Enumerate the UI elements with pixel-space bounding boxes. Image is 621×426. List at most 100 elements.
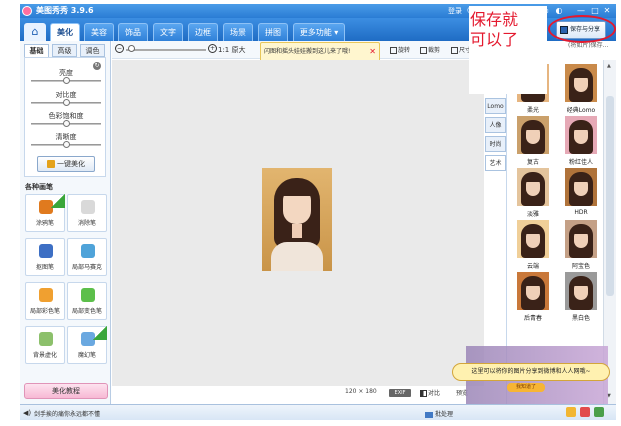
compare-button[interactable]: 对比	[420, 388, 440, 397]
zoom-out-icon[interactable]: −	[115, 44, 124, 53]
saturation-slider-thumb[interactable]	[62, 120, 70, 127]
online-status-icon[interactable]	[594, 407, 605, 417]
tab-more-features[interactable]: 更多功能 ▾	[293, 23, 345, 41]
tab-accessories[interactable]: 饰品	[118, 23, 148, 41]
scroll-up-icon[interactable]: ▲	[607, 63, 611, 69]
rotate-button[interactable]: 旋转	[390, 45, 410, 54]
exif-button[interactable]: EXIF	[389, 389, 411, 397]
effect-item[interactable]: 云端	[513, 220, 553, 270]
batch-process-button[interactable]: 批处理	[425, 409, 453, 418]
tab-scene[interactable]: 场景	[223, 23, 253, 41]
tab-lomo[interactable]: Lomo	[485, 98, 506, 114]
magic-pen-tool[interactable]: 魔幻笔	[67, 326, 107, 364]
annotation-text: 保存就 可以了	[470, 10, 550, 50]
compare-icon	[420, 390, 427, 397]
effect-item[interactable]: 粉红佳人	[561, 116, 601, 166]
subtab-advanced[interactable]: 高级	[52, 44, 77, 57]
batch-icon	[425, 411, 433, 418]
tab-frame[interactable]: 边框	[188, 23, 218, 41]
recolor-bucket-icon	[81, 288, 95, 302]
subtab-color[interactable]: 调色	[80, 44, 105, 57]
tip-close-icon[interactable]: ✕	[369, 43, 376, 61]
eraser-pen-tool[interactable]: 消除笔	[67, 194, 107, 232]
mosaic-tool[interactable]: 局部马赛克	[67, 238, 107, 276]
effect-name: 复古	[526, 159, 539, 166]
mosaic-label: 局部马赛克	[71, 264, 102, 271]
resize-button[interactable]: 尺寸	[451, 45, 471, 54]
brightness-slider-thumb[interactable]	[62, 77, 70, 84]
one-key-beautify-button[interactable]: 一键美化	[37, 156, 95, 172]
rotate-icon	[390, 47, 397, 54]
tab-portrait[interactable]: 人像	[485, 117, 506, 133]
weibo-icon[interactable]	[566, 407, 576, 417]
doodle-pen-tool[interactable]: 涂鸦笔	[25, 194, 65, 232]
status-bar: ◀) 剑手挨的痛你永远都不懂 批处理	[20, 404, 616, 420]
effect-item[interactable]: 阿宝色	[561, 220, 601, 270]
saturation-slider[interactable]	[31, 120, 101, 127]
effect-thumbnail	[565, 220, 597, 258]
tab-collage[interactable]: 拼图	[258, 23, 288, 41]
original-size-button[interactable]: 1:1 原大	[218, 45, 246, 55]
zoom-slider[interactable]	[126, 45, 206, 52]
effect-thumbnail	[517, 272, 549, 310]
tab-art[interactable]: 艺术	[485, 155, 506, 171]
effect-name: 黑白色	[571, 315, 590, 322]
effect-item[interactable]: HDR	[561, 168, 601, 218]
maximize-icon[interactable]: □	[590, 6, 600, 16]
effect-item[interactable]: 复古	[513, 116, 553, 166]
brushes-title: 各种画笔	[25, 183, 53, 191]
tab-fashion[interactable]: 时尚	[485, 136, 506, 152]
effect-thumbnail	[565, 272, 597, 310]
brightness-slider[interactable]	[31, 77, 101, 84]
notification-icon[interactable]	[580, 407, 591, 417]
effect-item[interactable]: 淡雅	[513, 168, 553, 218]
cutout-pen-tool[interactable]: 抠图笔	[25, 238, 65, 276]
tab-beauty[interactable]: 美容	[84, 23, 114, 41]
background-blur-tool[interactable]: 背景虚化	[25, 326, 65, 364]
login-link[interactable]: 登录	[448, 5, 462, 17]
contrast-slider[interactable]	[31, 99, 101, 106]
image-canvas[interactable]	[112, 60, 484, 386]
beautify-tutorial-button[interactable]: 美化教程	[24, 383, 108, 399]
zoom-in-icon[interactable]: +	[208, 44, 217, 53]
effect-item[interactable]: 后青春	[513, 272, 553, 322]
mosaic-icon	[81, 244, 95, 258]
effect-name: 淡雅	[526, 211, 539, 218]
subtab-basic[interactable]: 基础	[24, 44, 49, 57]
zoom-slider-thumb[interactable]	[128, 45, 135, 52]
effect-item[interactable]: 黑白色	[561, 272, 601, 322]
promo-ok-button[interactable]: 我知道了	[507, 383, 545, 392]
sharpness-slider-thumb[interactable]	[62, 141, 70, 148]
speaker-icon[interactable]: ◀)	[23, 409, 31, 417]
effect-name: HDR	[574, 209, 588, 216]
tab-beautify[interactable]: 美化	[50, 23, 80, 41]
effect-item[interactable]: 经典Lomo	[561, 64, 601, 114]
new-badge	[93, 326, 107, 340]
magic-pen-label: 魔幻笔	[77, 352, 96, 359]
contrast-slider-thumb[interactable]	[62, 99, 70, 106]
app-logo-icon	[22, 6, 32, 16]
new-badge	[51, 194, 65, 208]
tab-text[interactable]: 文字	[153, 23, 183, 41]
effect-name: 柔光	[526, 107, 539, 114]
home-icon[interactable]: ⌂	[24, 23, 46, 41]
local-recolor-pen-label: 局部变色笔	[71, 308, 102, 315]
local-recolor-pen-tool[interactable]: 局部变色笔	[67, 282, 107, 320]
app-title: 美图秀秀 3.9.6	[36, 6, 94, 15]
crop-button[interactable]: 裁剪	[420, 45, 440, 54]
tip-text: 闪图和摇头娃娃搬到这儿来了哦!	[264, 48, 351, 55]
effect-thumbnail	[565, 168, 597, 206]
effect-name: 经典Lomo	[566, 107, 596, 114]
effect-thumbnail	[517, 220, 549, 258]
canvas-toolbar: − + 1:1 原大 闪图和摇头娃娃搬到这儿来了哦! ✕ 旋转 裁剪 尺寸	[112, 41, 484, 62]
rotate-label: 旋转	[398, 47, 411, 54]
portrait-photo[interactable]	[262, 168, 332, 271]
sharpness-slider[interactable]	[31, 141, 101, 148]
close-icon[interactable]: ✕	[602, 6, 612, 16]
cutout-pen-icon	[39, 244, 53, 258]
local-color-pen-tool[interactable]: 局部彩色笔	[25, 282, 65, 320]
scroll-thumb[interactable]	[606, 96, 614, 296]
resize-icon	[451, 47, 458, 54]
skin-icon[interactable]: ◐	[554, 6, 564, 16]
share-promo-popup: 这里可以将你的图片分享到微博和人人网哦~ 我知道了	[452, 346, 616, 406]
